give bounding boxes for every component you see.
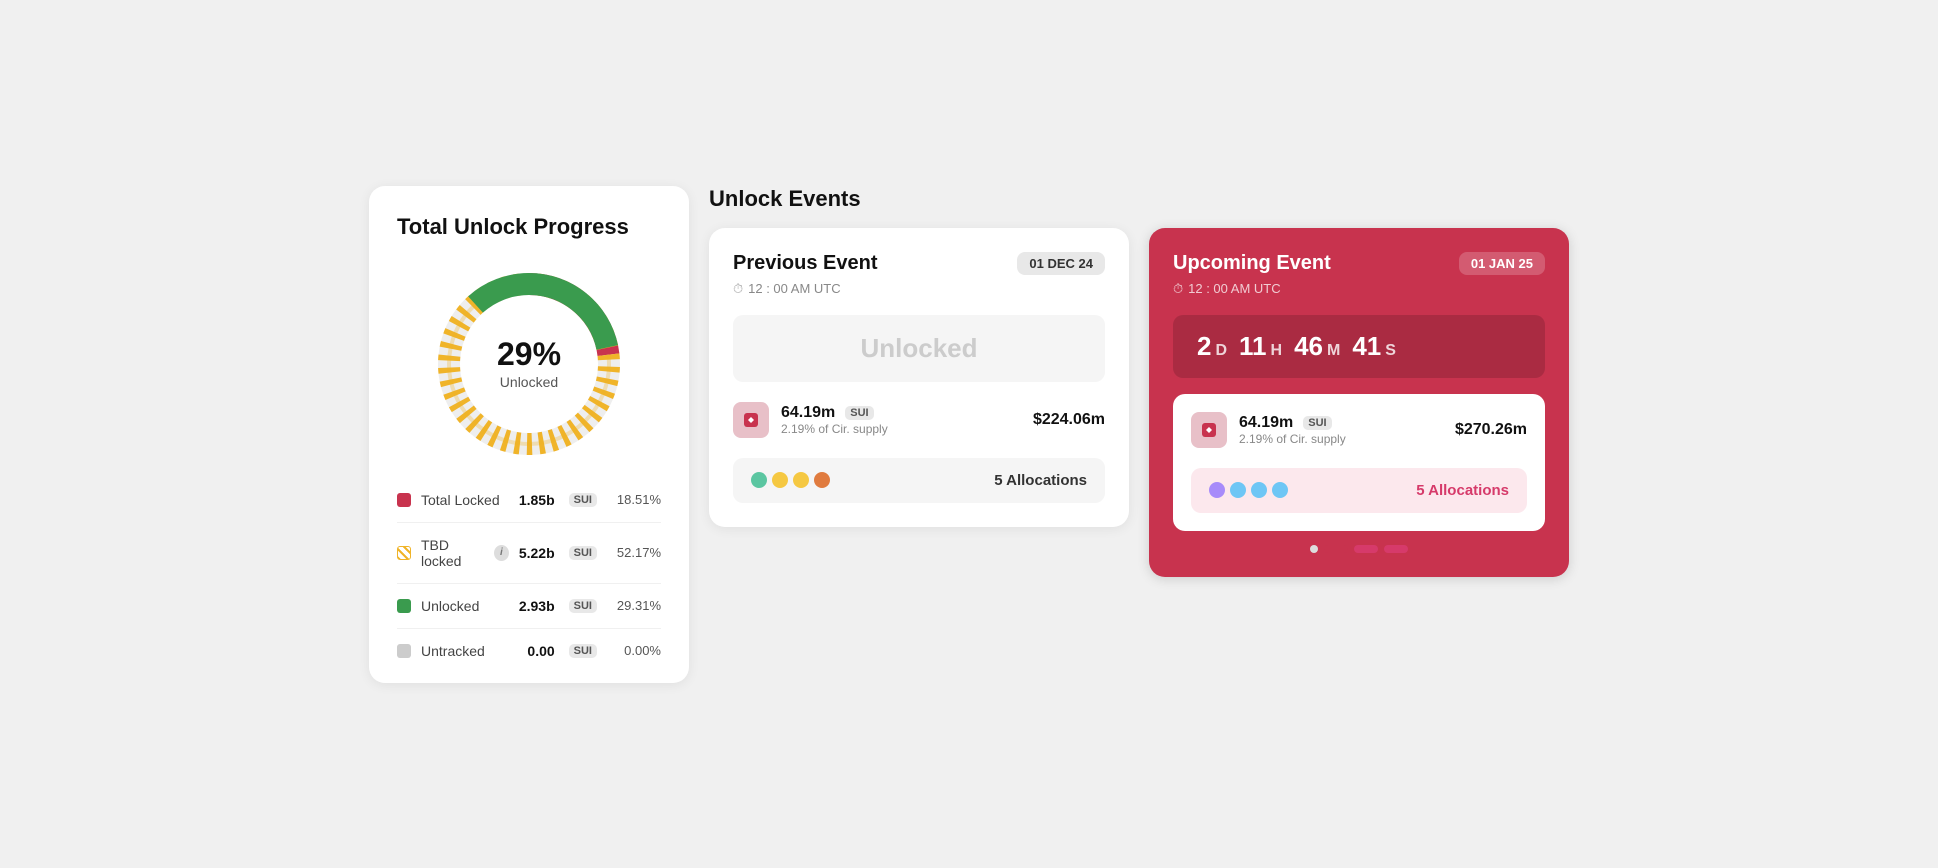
unlocked-label: Unlocked: [421, 598, 509, 614]
prev-dot-3: [793, 472, 809, 488]
unlocked-color: [397, 599, 411, 613]
up-token-icon: [1191, 412, 1227, 448]
up-token-info: 64.19m SUI 2.19% of Cir. supply: [1239, 414, 1443, 446]
total-locked-color: [397, 493, 411, 507]
prev-token-supply: 2.19% of Cir. supply: [781, 422, 1021, 436]
up-clock-icon: ⏱: [1173, 281, 1183, 297]
untracked-color: [397, 644, 411, 658]
up-event-title: Upcoming Event: [1173, 252, 1331, 275]
up-allocations-row[interactable]: 5 Allocations: [1191, 468, 1527, 513]
total-locked-sui: SUI: [569, 493, 597, 507]
donut-label: Unlocked: [497, 374, 561, 390]
up-token-amount: 64.19m: [1239, 414, 1293, 432]
unlock-events-title: Unlock Events: [709, 186, 1569, 212]
unlocked-sui: SUI: [569, 599, 597, 613]
stat-total-locked: Total Locked 1.85b SUI 18.51%: [397, 492, 661, 508]
countdown-hours-unit: H: [1271, 342, 1283, 360]
up-allocation-dots: [1209, 482, 1288, 498]
tbd-locked-value: 5.22b: [519, 545, 555, 561]
up-event-date: 01 JAN 25: [1459, 252, 1545, 275]
prev-allocation-dots: [751, 472, 830, 488]
stat-unlocked: Unlocked 2.93b SUI 29.31%: [397, 598, 661, 614]
up-dot-4: [1272, 482, 1288, 498]
untracked-label: Untracked: [421, 643, 517, 659]
up-dot-1: [1209, 482, 1225, 498]
scroll-dots: [1173, 545, 1545, 553]
prev-event-date: 01 DEC 24: [1017, 252, 1105, 275]
prev-token-symbol: SUI: [845, 406, 873, 420]
donut-percentage: 29%: [497, 338, 561, 370]
untracked-value: 0.00: [527, 643, 554, 659]
tbd-info-icon[interactable]: i: [494, 545, 509, 561]
tbd-locked-color: [397, 546, 411, 560]
divider-1: [397, 522, 661, 523]
stat-tbd-locked: TBD locked i 5.22b SUI 52.17%: [397, 537, 661, 569]
up-token-symbol: SUI: [1303, 416, 1331, 430]
tbd-locked-pct: 52.17%: [611, 545, 661, 560]
total-locked-value: 1.85b: [519, 492, 555, 508]
up-token-usd: $270.26m: [1455, 421, 1527, 439]
untracked-sui: SUI: [569, 644, 597, 658]
prev-dot-1: [751, 472, 767, 488]
tbd-locked-label: TBD locked i: [421, 537, 509, 569]
prev-clock-icon: ⏱: [733, 281, 743, 297]
prev-dot-4: [814, 472, 830, 488]
up-amount-row: 64.19m SUI: [1239, 414, 1443, 432]
unlock-events-section: Unlock Events Previous Event 01 DEC 24 ⏱…: [709, 186, 1569, 577]
up-allocations-label: 5 Allocations: [1416, 482, 1509, 499]
prev-token-row: 64.19m SUI 2.19% of Cir. supply $224.06m: [733, 402, 1105, 438]
up-event-header: Upcoming Event 01 JAN 25: [1173, 252, 1545, 275]
prev-token-info: 64.19m SUI 2.19% of Cir. supply: [781, 404, 1021, 436]
tbd-locked-sui: SUI: [569, 546, 597, 560]
prev-dot-2: [772, 472, 788, 488]
stat-untracked: Untracked 0.00 SUI 0.00%: [397, 643, 661, 659]
up-token-supply: 2.19% of Cir. supply: [1239, 432, 1443, 446]
upcoming-event-card: Upcoming Event 01 JAN 25 ⏱ 12 : 00 AM UT…: [1149, 228, 1569, 577]
up-dot-3: [1251, 482, 1267, 498]
scroll-dot-1[interactable]: [1310, 545, 1318, 553]
scroll-dot-4[interactable]: [1384, 545, 1408, 553]
prev-allocations-row[interactable]: 5 Allocations: [733, 458, 1105, 503]
countdown-minutes: 46: [1294, 331, 1323, 362]
countdown-days: 2: [1197, 331, 1211, 362]
donut-center: 29% Unlocked: [497, 338, 561, 390]
prev-allocations-label: 5 Allocations: [994, 472, 1087, 489]
upcoming-inner-card: 64.19m SUI 2.19% of Cir. supply $270.26m: [1173, 394, 1545, 531]
unlocked-value: 2.93b: [519, 598, 555, 614]
main-container: Total Unlock Progress: [369, 186, 1569, 683]
total-locked-label: Total Locked: [421, 492, 509, 508]
divider-2: [397, 583, 661, 584]
countdown-minutes-unit: M: [1327, 342, 1340, 360]
previous-event-card: Previous Event 01 DEC 24 ⏱ 12 : 00 AM UT…: [709, 228, 1129, 527]
countdown-hours: 11: [1239, 331, 1267, 362]
up-event-time: ⏱ 12 : 00 AM UTC: [1173, 281, 1545, 297]
prev-unlocked-box: Unlocked: [733, 315, 1105, 382]
countdown-seconds-unit: S: [1385, 342, 1396, 360]
prev-token-icon: [733, 402, 769, 438]
left-card-title: Total Unlock Progress: [397, 214, 661, 240]
events-row: Previous Event 01 DEC 24 ⏱ 12 : 00 AM UT…: [709, 228, 1569, 577]
up-token-row: 64.19m SUI 2.19% of Cir. supply $270.26m: [1191, 412, 1527, 448]
prev-event-title: Previous Event: [733, 252, 878, 275]
untracked-pct: 0.00%: [611, 643, 661, 658]
donut-wrapper: 29% Unlocked: [397, 264, 661, 464]
prev-event-time: ⏱ 12 : 00 AM UTC: [733, 281, 1105, 297]
prev-status-text: Unlocked: [860, 333, 977, 363]
up-dot-2: [1230, 482, 1246, 498]
prev-amount-row: 64.19m SUI: [781, 404, 1021, 422]
unlocked-pct: 29.31%: [611, 598, 661, 613]
divider-3: [397, 628, 661, 629]
prev-token-usd: $224.06m: [1033, 411, 1105, 429]
countdown-box: 2 D 11 H 46 M 41 S: [1173, 315, 1545, 378]
countdown-days-unit: D: [1215, 342, 1227, 360]
scroll-dot-2[interactable]: [1324, 545, 1348, 553]
countdown-seconds: 41: [1352, 331, 1381, 362]
prev-token-amount: 64.19m: [781, 404, 835, 422]
stats-list: Total Locked 1.85b SUI 18.51% TBD locked…: [397, 492, 661, 659]
donut-chart: 29% Unlocked: [429, 264, 629, 464]
total-unlock-progress-card: Total Unlock Progress: [369, 186, 689, 683]
total-locked-pct: 18.51%: [611, 492, 661, 507]
prev-event-header: Previous Event 01 DEC 24: [733, 252, 1105, 275]
scroll-dot-3[interactable]: [1354, 545, 1378, 553]
